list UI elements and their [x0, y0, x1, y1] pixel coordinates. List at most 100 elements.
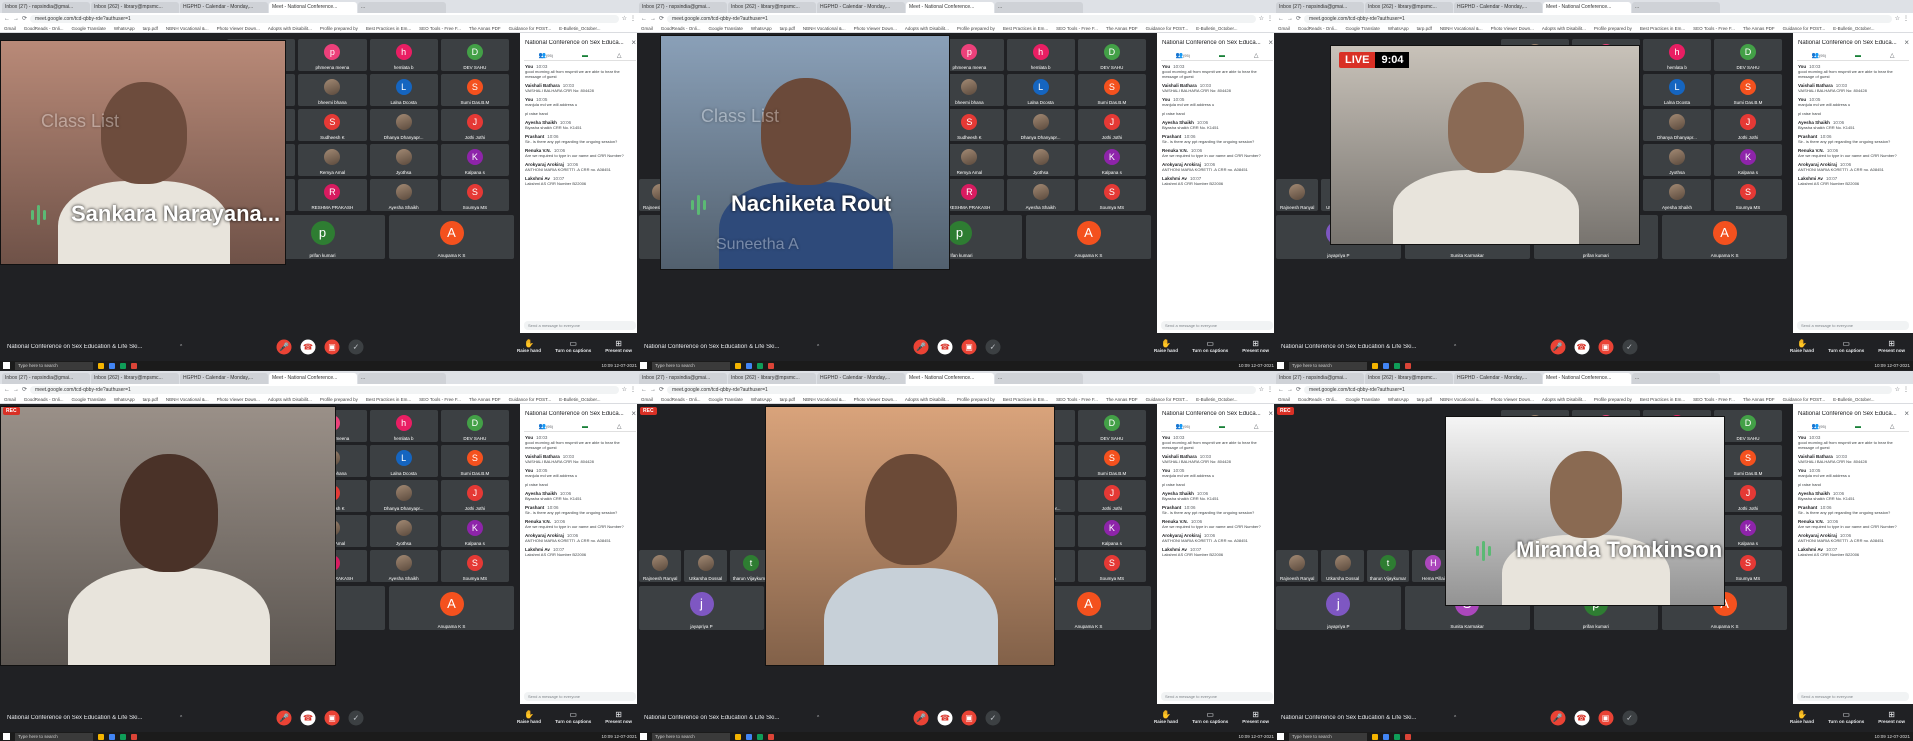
participant-tile[interactable]: J Jothi Jothi — [440, 109, 509, 141]
participant-tile[interactable]: Utkarsha Dossal — [684, 550, 727, 582]
participant-tile[interactable]: h hemlata b — [1643, 39, 1711, 71]
bookmark-item[interactable]: NBNH Vocational &... — [1440, 397, 1483, 402]
participant-tile[interactable]: Dhanya Dhanyapr... — [369, 480, 438, 512]
mic-off-icon[interactable]: 🎤 — [276, 710, 292, 726]
participant-tile[interactable]: J Jothi Jothi — [440, 480, 509, 512]
participant-tile[interactable]: Remya Amal — [298, 144, 367, 176]
camera-off-icon[interactable]: ▣ — [324, 339, 340, 355]
browser-tab[interactable]: Inbox (27) - nspsindia@gmai... — [1276, 2, 1364, 13]
bookmark-item[interactable]: GoodReads - Onli... — [661, 397, 701, 402]
browser-tab[interactable]: Inbox (27) - nspsindia@gmai... — [2, 2, 90, 13]
chat-tab[interactable]: ▬ — [1855, 53, 1861, 59]
people-tab[interactable]: 👥(95) — [1175, 424, 1190, 430]
reload-icon[interactable]: ⟳ — [659, 16, 664, 22]
close-icon[interactable]: × — [631, 409, 636, 418]
browser-tab[interactable]: Meet - National Conference... — [906, 2, 994, 13]
file-explorer-icon[interactable] — [735, 733, 741, 740]
bookmark-item[interactable]: Gmail — [1278, 26, 1290, 31]
windows-start-icon[interactable] — [1277, 362, 1284, 369]
bookmark-item[interactable]: tarp.pdf — [1417, 26, 1432, 31]
bookmark-item[interactable]: tarp.pdf — [143, 26, 158, 31]
browser-tab[interactable]: Inbox (27) - nspsindia@gmai... — [639, 2, 727, 13]
browser-tab[interactable]: Inbox (262) - library@mpsmc... — [1365, 2, 1453, 13]
raise-hand-button[interactable]: ✋ Raise hand — [1154, 710, 1178, 725]
bookmark-item[interactable]: Gmail — [4, 397, 16, 402]
participant-tile[interactable]: K Kalpana s — [1077, 515, 1146, 547]
participant-tile[interactable]: Ayesha Shaikh — [1643, 179, 1711, 211]
captions-button[interactable]: ▭ Turn on captions — [1828, 710, 1864, 725]
participant-tile[interactable]: h hemlata b — [369, 39, 438, 71]
mic-off-icon[interactable]: 🎤 — [276, 339, 292, 355]
bookmark-item[interactable]: Guidance for POST... — [509, 26, 552, 31]
bookmark-item[interactable]: Guidance for POST... — [1783, 397, 1826, 402]
browser-tab[interactable]: HGPHD - Calendar - Monday,... — [817, 2, 905, 13]
mic-off-icon[interactable]: 🎤 — [913, 339, 929, 355]
end-call-icon[interactable]: ☎ — [300, 339, 316, 355]
browser-tab[interactable]: Inbox (27) - nspsindia@gmai... — [639, 373, 727, 384]
bookmark-item[interactable]: E-Bulletin_October... — [1833, 26, 1874, 31]
bookmark-item[interactable]: SEO Tools - Free F... — [1693, 397, 1735, 402]
bookmark-item[interactable]: WhatsApp — [114, 397, 135, 402]
chat-tab[interactable]: ▬ — [582, 53, 588, 59]
participant-tile[interactable]: h hemlata b — [369, 410, 438, 442]
bookmark-item[interactable]: Gmail — [1278, 397, 1290, 402]
bookmark-item[interactable]: Guidance for POST... — [1146, 26, 1189, 31]
browser-tab[interactable]: Inbox (262) - library@mpsmc... — [91, 2, 179, 13]
participant-tile[interactable]: S Soumya MS — [1077, 179, 1146, 211]
check-icon[interactable]: ✓ — [1622, 710, 1637, 726]
bookmark-item[interactable]: E-Bulletin_October... — [1833, 397, 1874, 402]
participant-tile[interactable]: L Lalna Dcosta — [1643, 74, 1711, 106]
bookmark-item[interactable]: NBNH Vocational &... — [803, 26, 846, 31]
bookmark-item[interactable]: Photo Viewer Down... — [1491, 397, 1534, 402]
bookmark-item[interactable]: GoodReads - Onli... — [1298, 397, 1338, 402]
bookmark-item[interactable]: Guidance for POST... — [509, 397, 552, 402]
star-icon[interactable]: ☆ — [1895, 16, 1900, 22]
bookmark-item[interactable]: Adopts with Disabilit... — [268, 397, 312, 402]
url-field[interactable]: meet.google.com/tcd-qbby-rde?authuser=1 — [30, 14, 619, 23]
forward-icon[interactable]: → — [650, 387, 656, 393]
back-icon[interactable]: ← — [1278, 16, 1284, 22]
activities-tab[interactable]: △ — [1890, 53, 1895, 59]
participant-tile[interactable]: K Kalpana s — [1714, 144, 1782, 176]
bookmark-item[interactable]: WhatsApp — [751, 26, 772, 31]
participant-tile[interactable]: S Soumya MS — [1714, 179, 1782, 211]
bookmark-item[interactable]: E-Bulletin_October... — [1196, 397, 1237, 402]
bookmark-item[interactable]: Best Practices in Em... — [1003, 397, 1048, 402]
bookmark-item[interactable]: tarp.pdf — [780, 397, 795, 402]
mic-off-icon[interactable]: 🎤 — [1550, 339, 1565, 355]
bookmark-item[interactable]: Adopts with Disabilit... — [1542, 26, 1586, 31]
bookmark-item[interactable]: Adopts with Disabilit... — [268, 26, 312, 31]
bookmark-item[interactable]: Google Translate — [709, 26, 743, 31]
bookmark-item[interactable]: NBNH Vocational &... — [166, 26, 209, 31]
bookmark-item[interactable]: WhatsApp — [114, 26, 135, 31]
captions-button[interactable]: ▭ Turn on captions — [555, 339, 591, 354]
participant-tile[interactable]: Rajneesh Ranyal — [639, 550, 682, 582]
excel-icon[interactable] — [757, 362, 763, 369]
meeting-title[interactable]: National Conference on Sex Education & L… — [7, 715, 177, 721]
bookmark-item[interactable]: GoodReads - Onli... — [661, 26, 701, 31]
participant-tile[interactable]: R RESHMA PRAKASH — [298, 179, 367, 211]
forward-icon[interactable]: → — [13, 16, 19, 22]
url-field[interactable]: meet.google.com/tcd-qbby-rde?authuser=1 — [667, 385, 1256, 394]
bookmark-item[interactable]: tarp.pdf — [780, 26, 795, 31]
participant-tile[interactable]: L Lalna Dcosta — [369, 74, 438, 106]
bookmark-item[interactable]: NBNH Vocational &... — [1440, 26, 1483, 31]
forward-icon[interactable]: → — [1287, 387, 1293, 393]
bookmark-item[interactable]: WhatsApp — [1388, 26, 1409, 31]
menu-icon[interactable]: ⋮ — [630, 16, 636, 22]
present-now-button[interactable]: ⊞ Present now — [605, 710, 632, 725]
bookmark-item[interactable]: Guidance for POST... — [1783, 26, 1826, 31]
star-icon[interactable]: ☆ — [1259, 16, 1264, 22]
bookmark-item[interactable]: Photo Viewer Down... — [217, 397, 260, 402]
browser-tab[interactable]: HGPHD - Calendar - Monday,... — [1454, 2, 1542, 13]
excel-icon[interactable] — [1394, 362, 1400, 369]
browser-tab[interactable]: ... — [1632, 373, 1720, 384]
bookmark-item[interactable]: Google Translate — [709, 397, 743, 402]
meeting-title[interactable]: National Conference on Sex Education & L… — [1281, 344, 1451, 350]
url-field[interactable]: meet.google.com/tcd-qbby-rde?authuser=1 — [1304, 385, 1892, 394]
participant-tile[interactable]: A Anupama K S — [389, 586, 514, 630]
bookmark-item[interactable]: Photo Viewer Down... — [854, 26, 897, 31]
bookmark-item[interactable]: tarp.pdf — [1417, 397, 1432, 402]
meeting-title[interactable]: National Conference on Sex Education & L… — [1281, 715, 1451, 721]
participant-tile[interactable]: Jyothsa — [1643, 144, 1711, 176]
